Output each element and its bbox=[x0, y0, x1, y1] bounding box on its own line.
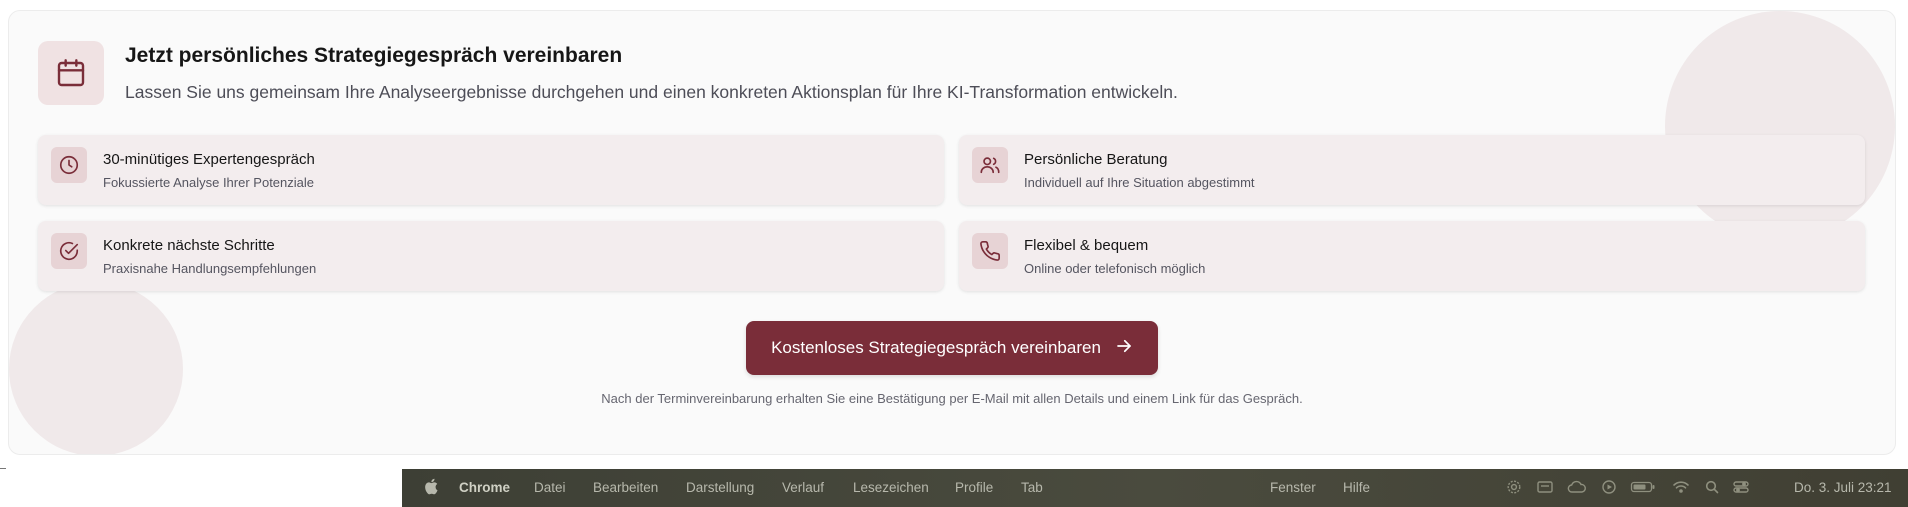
play-icon[interactable] bbox=[1601, 479, 1617, 498]
feature-description: Praxisnahe Handlungsempfehlungen bbox=[103, 261, 317, 276]
feature-title: 30-minütiges Expertengespräch bbox=[103, 151, 315, 168]
feature-description: Fokussierte Analyse Ihrer Potenziale bbox=[103, 175, 314, 190]
menu-item-datei[interactable]: Datei bbox=[534, 480, 566, 495]
menu-item-tab[interactable]: Tab bbox=[1021, 480, 1043, 495]
feature-title: Konkrete nächste Schritte bbox=[103, 237, 275, 254]
phone-icon bbox=[972, 233, 1008, 269]
divider bbox=[0, 468, 6, 469]
cloud-sync-icon[interactable] bbox=[1567, 479, 1587, 498]
button-label: Kostenloses Strategiegespräch vereinbare… bbox=[771, 338, 1101, 357]
menu-item-profile[interactable]: Profile bbox=[955, 480, 993, 495]
feature-card: Flexibel & bequem Online oder telefonisc… bbox=[959, 221, 1865, 291]
arrow-right-icon bbox=[1115, 337, 1133, 360]
search-icon[interactable] bbox=[1704, 479, 1720, 498]
control-center-icon[interactable] bbox=[1732, 479, 1750, 498]
macos-menubar: Chrome Datei Bearbeiten Darstellung Verl… bbox=[402, 469, 1908, 507]
menu-item-darstellung[interactable]: Darstellung bbox=[686, 480, 754, 495]
feature-description: Online oder telefonisch möglich bbox=[1024, 261, 1206, 276]
users-icon bbox=[972, 147, 1008, 183]
calendar-icon bbox=[38, 41, 104, 105]
menu-item-verlauf[interactable]: Verlauf bbox=[782, 480, 824, 495]
display-icon[interactable] bbox=[1536, 479, 1554, 498]
feature-card: Persönliche Beratung Individuell auf Ihr… bbox=[959, 135, 1865, 205]
feature-description: Individuell auf Ihre Situation abgestimm… bbox=[1024, 175, 1255, 190]
decorative-circle bbox=[9, 282, 183, 454]
decorative-circle bbox=[1665, 11, 1895, 241]
feature-card: Konkrete nächste Schritte Praxisnahe Han… bbox=[38, 221, 944, 291]
menu-item-fenster[interactable]: Fenster bbox=[1270, 480, 1316, 495]
apple-icon[interactable] bbox=[424, 478, 438, 498]
feature-title: Flexibel & bequem bbox=[1024, 237, 1149, 254]
book-strategy-call-button[interactable]: Kostenloses Strategiegespräch vereinbare… bbox=[746, 321, 1158, 375]
feature-card: 30-minütiges Expertengespräch Fokussiert… bbox=[38, 135, 944, 205]
page-title: Jetzt persönliches Strategiegespräch ver… bbox=[125, 44, 623, 67]
menu-item-lesezeichen[interactable]: Lesezeichen bbox=[853, 480, 929, 495]
gear-icon[interactable] bbox=[1506, 479, 1522, 498]
confirmation-note: Nach der Terminvereinbarung erhalten Sie… bbox=[601, 391, 1303, 406]
menu-item-bearbeiten[interactable]: Bearbeiten bbox=[593, 480, 658, 495]
check-circle-icon bbox=[51, 233, 87, 269]
clock-icon bbox=[51, 147, 87, 183]
strategy-call-card: Jetzt persönliches Strategiegespräch ver… bbox=[8, 10, 1896, 455]
page-subtitle: Lassen Sie uns gemeinsam Ihre Analyseerg… bbox=[125, 82, 1178, 102]
feature-title: Persönliche Beratung bbox=[1024, 151, 1168, 168]
clock-datetime[interactable]: Do. 3. Juli 23:21 bbox=[1794, 480, 1892, 495]
menu-app-chrome[interactable]: Chrome bbox=[459, 480, 510, 495]
battery-icon[interactable] bbox=[1630, 479, 1656, 498]
menu-item-hilfe[interactable]: Hilfe bbox=[1343, 480, 1370, 495]
wifi-icon[interactable] bbox=[1672, 479, 1690, 498]
